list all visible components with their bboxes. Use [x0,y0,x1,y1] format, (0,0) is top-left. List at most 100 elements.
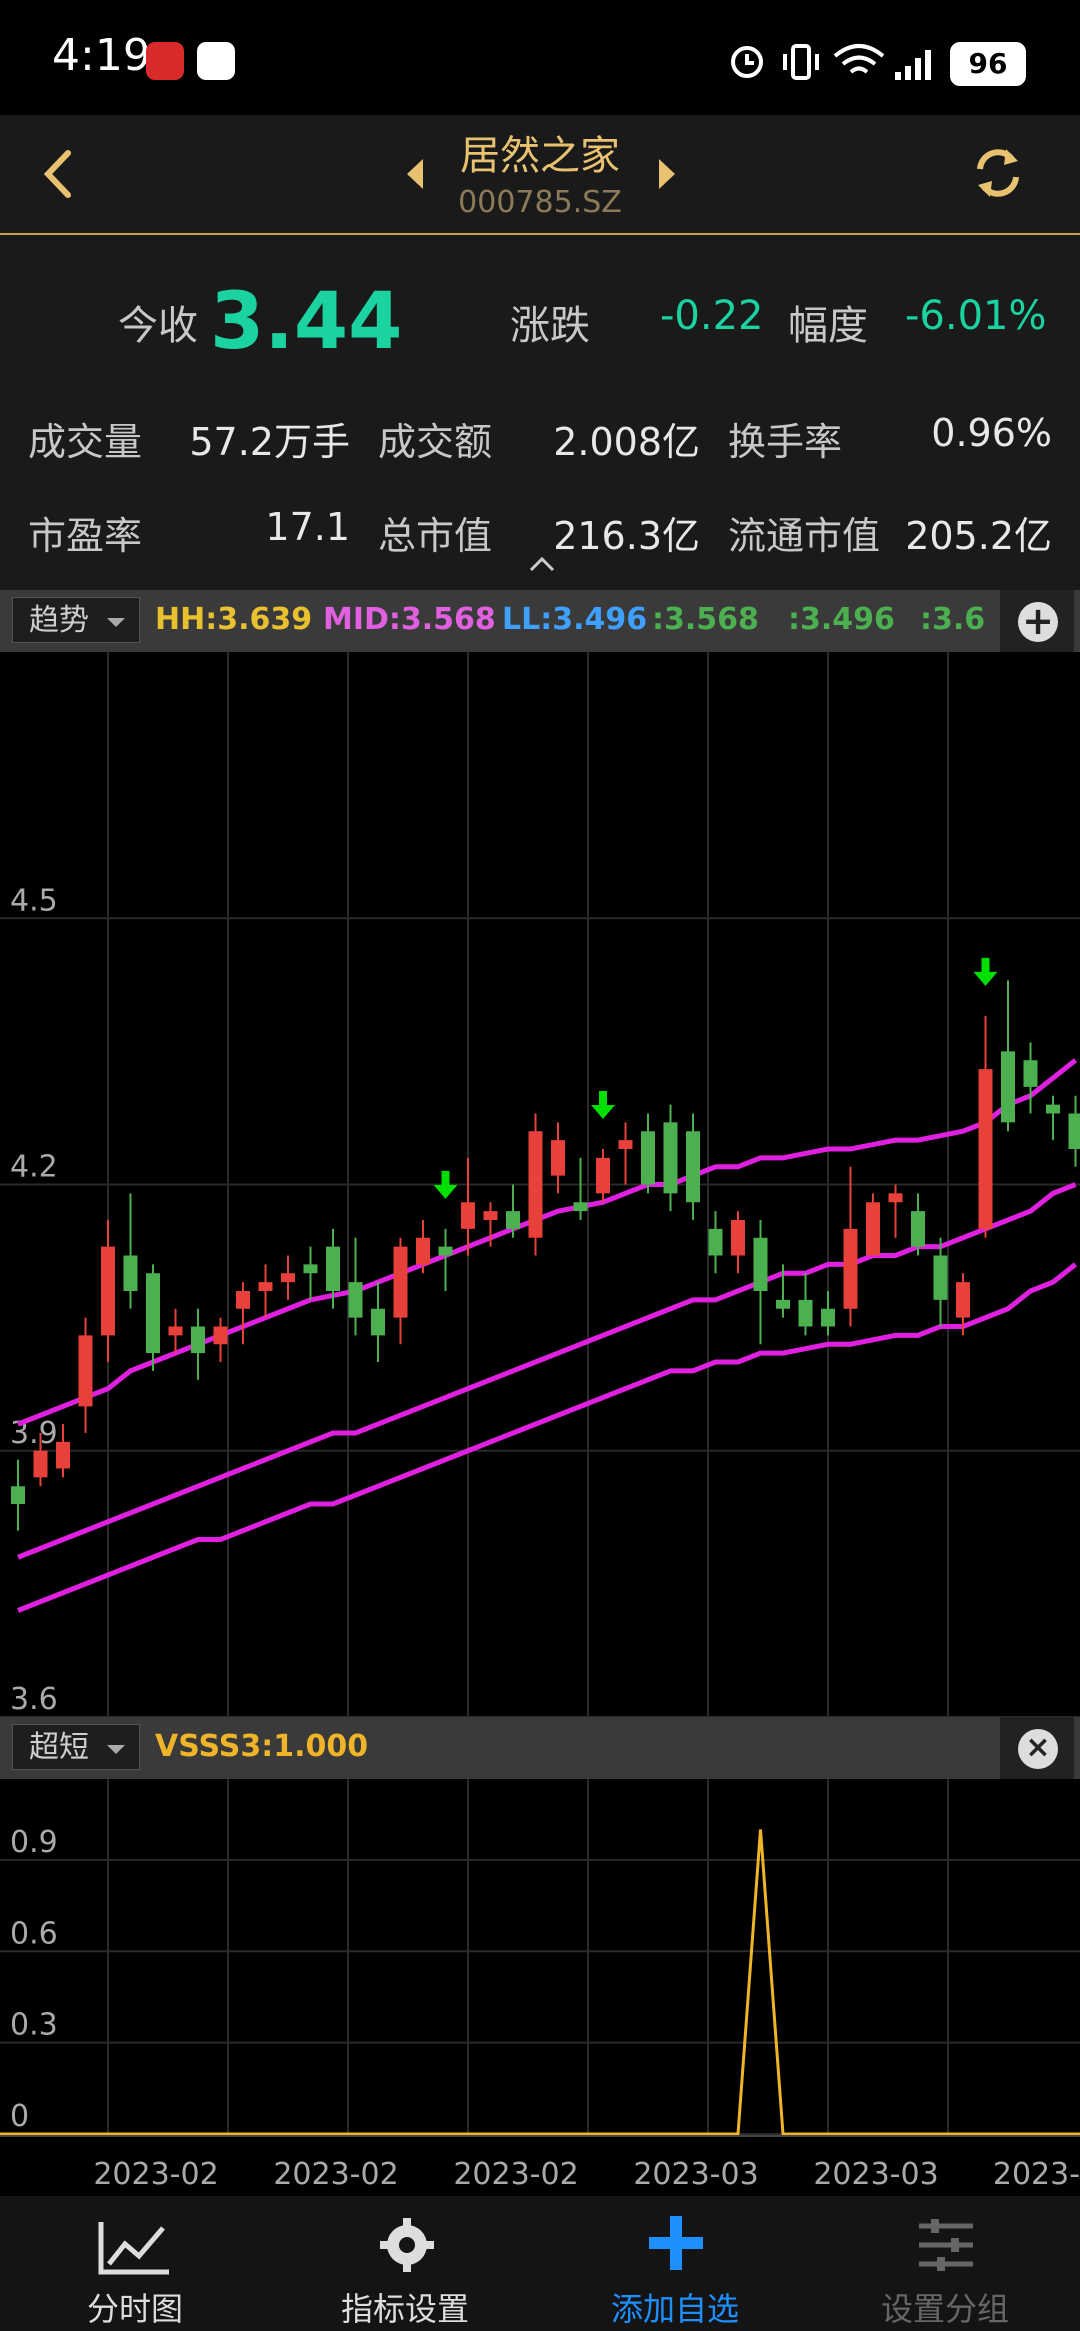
short-indicator-bar: 超短 VSSS3:1.000 × [0,1717,1080,1779]
candle [371,1282,385,1362]
candle-body [101,1246,115,1336]
candle-body [956,1282,970,1318]
candle-body [506,1211,520,1229]
candle-body [168,1326,183,1336]
battery-indicator: 96 [950,42,1026,86]
hh-value: HH:3.639 [155,602,313,637]
candle-body [303,1264,318,1274]
short-indicator-select[interactable]: 超短 [12,1724,140,1770]
ll-value: LL:3.496 [502,602,648,637]
nav-label: 设置分组 [880,2290,1009,2328]
volume-label: 成交量 [28,420,143,464]
candle-body [933,1255,948,1300]
candle-body [281,1273,295,1283]
value-2: :3.496 [788,602,895,637]
y-tick-label: 4.5 [10,883,58,918]
status-bar: 4:19 96 [0,0,1080,115]
vsss-line [0,1829,1080,2136]
vsss-value: VSSS3:1.000 [155,1729,369,1764]
close-label: 今收 [118,303,198,349]
candle-body [146,1273,160,1354]
collapse-chevron-icon[interactable] [528,555,556,573]
candle [528,1113,543,1256]
next-stock-icon[interactable] [655,157,677,191]
change-label: 涨跌 [510,303,590,349]
x-tick-label: 2023-03 [633,2157,758,2192]
chart-line-icon [98,2222,169,2275]
candle [821,1291,835,1336]
candle-body [551,1140,565,1176]
candle-body [641,1131,655,1185]
nav-label: 添加自选 [610,2290,739,2328]
candle-body [326,1246,340,1291]
pe-value: 17.1 [265,505,350,549]
candle-body [573,1202,588,1212]
candle-body [416,1237,430,1265]
refresh-icon[interactable] [972,145,1024,201]
plus-icon [649,2216,703,2270]
vsss-indicator-chart[interactable]: 0.9 0.6 0.3 0 2023-02 2023-02 2023-02 2023-03 20… [0,1779,1080,2196]
nav-timeshare[interactable]: 分时图 [0,2196,270,2331]
candle-body [123,1255,138,1291]
candle [146,1264,160,1371]
candle [348,1237,363,1336]
candle [213,1317,228,1362]
candle [573,1157,588,1220]
nav-set-group[interactable]: 设置分组 [810,2196,1080,2331]
candle-body [596,1157,610,1194]
candle-body [438,1246,453,1256]
pe-label: 市盈率 [28,514,143,558]
signal-icon [895,50,931,80]
candle [641,1113,655,1194]
nav-add-watchlist[interactable]: 添加自选 [540,2196,810,2331]
candle [843,1166,858,1327]
candle-body [236,1291,250,1309]
candle [933,1237,948,1327]
nav-indicator-settings[interactable]: 指标设置 [270,2196,540,2331]
y-tick-label: 3.6 [10,1682,58,1717]
candle [1068,1095,1080,1167]
amplitude-value: -6.01% [905,293,1047,339]
candle-body [393,1246,408,1318]
candle-body [731,1220,745,1256]
signal-arrow-icon [591,1091,615,1119]
candle [236,1282,250,1345]
candle-body [1001,1051,1015,1123]
candle [866,1193,880,1256]
candle-body [258,1282,273,1291]
candle [281,1255,295,1300]
turnover-value: 2.008亿 [553,420,700,464]
close-indicator-button[interactable]: × [1000,1717,1074,1779]
float-cap-value: 205.2亿 [905,514,1052,558]
signal-arrow-icon [433,1170,458,1199]
mid-value: MID:3.568 [323,602,496,637]
candle-body [1046,1104,1060,1114]
change-value: -0.22 [660,293,764,339]
nav-label: 分时图 [86,2290,183,2328]
turnover-label: 成交额 [378,420,493,464]
candle [11,1459,25,1531]
market-cap-value: 216.3亿 [553,514,700,558]
close-circle-icon: × [1018,1729,1058,1769]
bottom-nav: 分时图 指标设置 添加自选 设置分组 [0,2196,1080,2331]
candle-body [1068,1113,1080,1149]
turnover-rate-value: 0.96% [931,411,1052,455]
candle [798,1273,813,1336]
y-tick-label: 0.3 [10,2008,58,2043]
candle-body [191,1326,205,1354]
candle-body [821,1308,835,1327]
y-tick-label: 0 [10,2099,29,2134]
trend-indicator-select[interactable]: 趋势 [12,597,140,643]
amplitude-label: 幅度 [788,303,868,349]
candle [393,1237,408,1345]
candle [56,1424,70,1478]
wifi-icon [833,44,885,74]
add-indicator-button[interactable]: + [1000,590,1074,652]
alarm-icon [731,46,763,78]
candle [1046,1095,1060,1141]
candle-body [866,1202,880,1256]
candle [258,1264,273,1318]
gear-icon [380,2218,434,2272]
candlestick-chart[interactable]: 4.5 4.2 3.9 3.6 [0,652,1080,1717]
candle-body [978,1069,993,1229]
